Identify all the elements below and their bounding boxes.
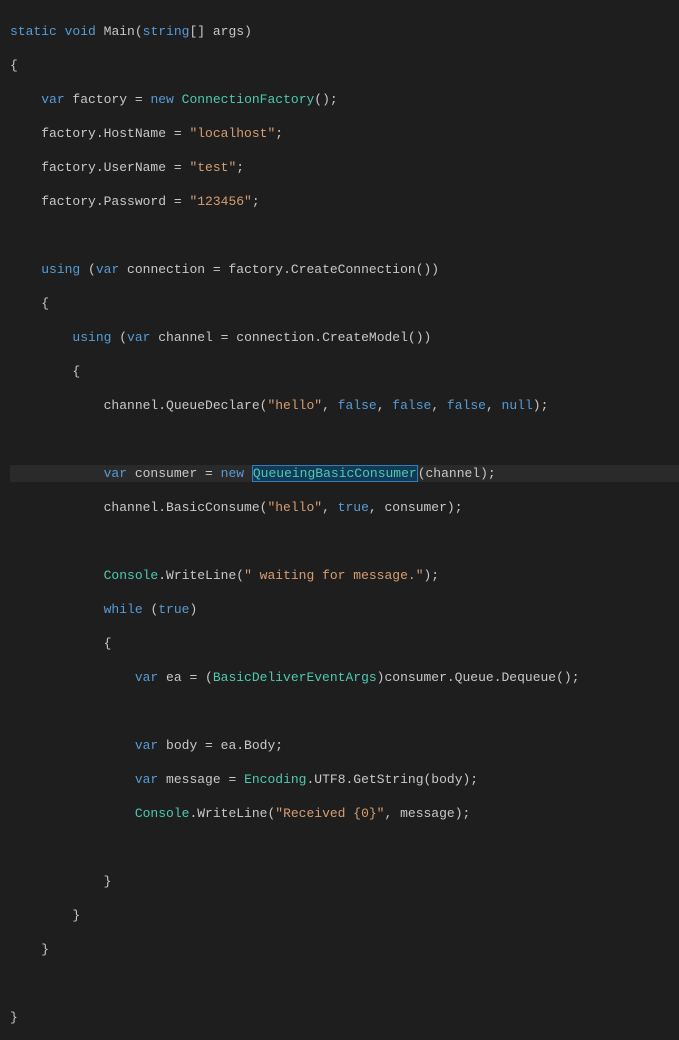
code-line <box>10 703 679 720</box>
code-line: { <box>10 295 679 312</box>
code-line: var body = ea.Body; <box>10 737 679 754</box>
code-line: } <box>10 907 679 924</box>
code-line: var factory = new ConnectionFactory(); <box>10 91 679 108</box>
code-line: } <box>10 873 679 890</box>
code-line: { <box>10 363 679 380</box>
code-line <box>10 839 679 856</box>
code-line <box>10 533 679 550</box>
code-line: Console.WriteLine(" waiting for message.… <box>10 567 679 584</box>
code-line: { <box>10 57 679 74</box>
code-line: var message = Encoding.UTF8.GetString(bo… <box>10 771 679 788</box>
code-line: var ea = (BasicDeliverEventArgs)consumer… <box>10 669 679 686</box>
code-line <box>10 975 679 992</box>
code-line <box>10 431 679 448</box>
code-line: channel.QueueDeclare("hello", false, fal… <box>10 397 679 414</box>
code-line: channel.BasicConsume("hello", true, cons… <box>10 499 679 516</box>
selected-text: QueueingBasicConsumer <box>252 465 418 482</box>
code-line: static void Main(string[] args) <box>10 23 679 40</box>
code-line: factory.UserName = "test"; <box>10 159 679 176</box>
code-line: while (true) <box>10 601 679 618</box>
code-line <box>10 227 679 244</box>
code-editor[interactable]: static void Main(string[] args) { var fa… <box>0 0 679 1040</box>
code-line: { <box>10 635 679 652</box>
code-line: factory.Password = "123456"; <box>10 193 679 210</box>
code-line: } <box>10 941 679 958</box>
code-line: using (var connection = factory.CreateCo… <box>10 261 679 278</box>
code-line: using (var channel = connection.CreateMo… <box>10 329 679 346</box>
code-line: } <box>10 1009 679 1026</box>
code-line: factory.HostName = "localhost"; <box>10 125 679 142</box>
code-line-highlighted: var consumer = new QueueingBasicConsumer… <box>10 465 679 482</box>
code-line: Console.WriteLine("Received {0}", messag… <box>10 805 679 822</box>
